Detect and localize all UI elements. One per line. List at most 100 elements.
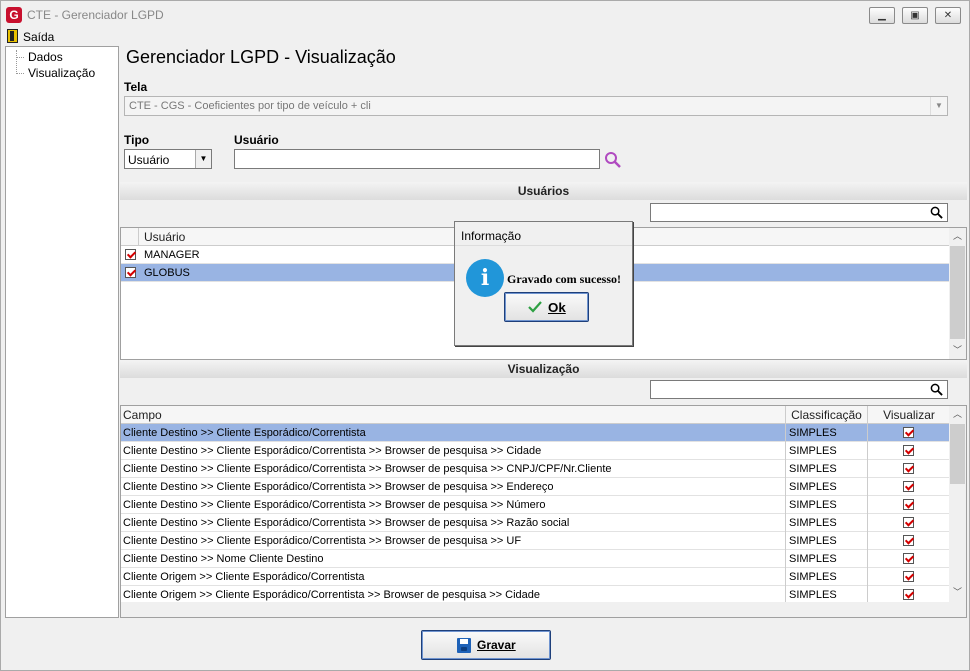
campo-cell: Cliente Destino >> Cliente Esporádico/Co… — [123, 499, 546, 511]
table-row[interactable]: Cliente Destino >> Cliente Esporádico/Co… — [121, 532, 950, 550]
classificacao-cell: SIMPLES — [785, 496, 867, 514]
table-row[interactable]: Cliente Destino >> Cliente Esporádico/Co… — [121, 478, 950, 496]
visualizar-checkbox[interactable] — [903, 517, 914, 528]
dialog-message: Gravado com sucesso! — [507, 272, 621, 286]
visualizar-checkbox[interactable] — [903, 571, 914, 582]
scroll-up-icon[interactable]: ︿ — [949, 228, 966, 245]
tree-connector — [16, 50, 17, 74]
visualizar-column-header: Visualizar — [867, 406, 950, 424]
exit-door-icon[interactable] — [7, 29, 18, 43]
visual-vertical-scrollbar[interactable]: ︿ ﹀ — [949, 406, 966, 602]
info-icon: i — [466, 259, 504, 297]
tree-connector — [16, 73, 24, 74]
visualizar-checkbox[interactable] — [903, 499, 914, 510]
usuario-label: Usuário — [234, 133, 279, 147]
table-row-selected[interactable]: Cliente Destino >> Cliente Esporádico/Co… — [121, 424, 950, 442]
app-logo-icon: G — [6, 7, 22, 23]
tipo-value: Usuário — [128, 153, 170, 167]
visualizar-checkbox[interactable] — [903, 481, 914, 492]
campo-cell: Cliente Destino >> Cliente Esporádico/Co… — [123, 463, 612, 475]
campo-column-header: Campo — [123, 408, 162, 422]
menu-bar: Saída — [1, 28, 969, 46]
visual-section-header: Visualização — [120, 360, 967, 378]
visualizar-checkbox[interactable] — [903, 427, 914, 438]
visualizar-checkbox[interactable] — [903, 463, 914, 474]
visual-horizontal-scrollbar[interactable] — [121, 602, 966, 617]
classificacao-cell: SIMPLES — [785, 514, 867, 532]
tree-item-visualizacao[interactable]: Visualização — [28, 66, 95, 80]
visualizar-checkbox[interactable] — [903, 553, 914, 564]
row-checkbox[interactable] — [125, 267, 136, 278]
campo-cell: Cliente Destino >> Cliente Esporádico/Co… — [123, 445, 542, 457]
menu-exit[interactable]: Saída — [23, 30, 54, 44]
scroll-down-icon[interactable]: ﹀ — [949, 584, 966, 601]
table-row[interactable]: Cliente Destino >> Cliente Esporádico/Co… — [121, 442, 950, 460]
users-filter-input[interactable] — [650, 203, 948, 222]
classificacao-cell: SIMPLES — [785, 532, 867, 550]
tipo-select[interactable]: Usuário ▼ — [124, 149, 212, 169]
table-row[interactable]: Cliente Destino >> Cliente Esporádico/Co… — [121, 496, 950, 514]
tela-label: Tela — [124, 80, 148, 94]
tela-select[interactable]: CTE - CGS - Coeficientes por tipo de veí… — [124, 96, 948, 116]
window-title: CTE - Gerenciador LGPD — [27, 8, 164, 22]
dialog-title: Informação — [455, 222, 632, 246]
user-name: GLOBUS — [144, 267, 190, 279]
scroll-down-icon[interactable]: ﹀ — [949, 342, 966, 359]
title-bar: G CTE - Gerenciador LGPD ▁ ▣ ✕ — [1, 1, 969, 29]
campo-cell: Cliente Destino >> Cliente Esporádico/Co… — [123, 427, 366, 439]
table-row[interactable]: Cliente Destino >> Cliente Esporádico/Co… — [121, 460, 950, 478]
page-title: Gerenciador LGPD - Visualização — [126, 47, 396, 67]
minimize-button[interactable]: ▁ — [869, 7, 895, 24]
tipo-label: Tipo — [124, 133, 150, 147]
navigation-tree: Dados Visualização — [5, 46, 119, 618]
visualizar-checkbox[interactable] — [903, 535, 914, 546]
save-button-label: Gravar — [477, 638, 516, 652]
scroll-thumb[interactable] — [950, 246, 965, 339]
search-icon[interactable] — [930, 383, 943, 396]
visual-filter-input[interactable] — [650, 380, 948, 399]
tree-connector — [16, 57, 24, 58]
tree-item-dados[interactable]: Dados — [28, 50, 63, 64]
row-checkbox[interactable] — [125, 249, 136, 260]
user-name: MANAGER — [144, 249, 200, 261]
visual-grid: Campo Classificação Visualizar Cliente D… — [120, 405, 967, 618]
close-button[interactable]: ✕ — [935, 7, 961, 24]
chevron-down-icon[interactable]: ▼ — [195, 150, 211, 168]
tela-value: CTE - CGS - Coeficientes por tipo de veí… — [129, 100, 371, 112]
save-button[interactable]: Gravar — [421, 630, 551, 660]
campo-cell: Cliente Destino >> Cliente Esporádico/Co… — [123, 481, 554, 493]
app-window: G CTE - Gerenciador LGPD ▁ ▣ ✕ Saída Dad… — [0, 0, 970, 671]
usuario-column-header: Usuário — [144, 230, 186, 244]
user-search-icon[interactable] — [604, 151, 622, 169]
campo-cell: Cliente Origem >> Cliente Esporádico/Cor… — [123, 571, 365, 583]
ok-button-label: Ok — [548, 300, 566, 315]
classificacao-column-header: Classificação — [785, 406, 867, 424]
campo-cell: Cliente Destino >> Nome Cliente Destino — [123, 553, 324, 565]
users-section-header: Usuários — [120, 182, 967, 200]
restore-button[interactable]: ▣ — [902, 7, 928, 24]
classificacao-cell: SIMPLES — [785, 460, 867, 478]
visualizar-checkbox[interactable] — [903, 445, 914, 456]
classificacao-cell: SIMPLES — [785, 424, 867, 442]
campo-cell: Cliente Destino >> Cliente Esporádico/Co… — [123, 517, 570, 529]
chevron-down-icon[interactable]: ▼ — [930, 97, 947, 115]
search-icon[interactable] — [930, 206, 943, 219]
table-row[interactable]: Cliente Destino >> Nome Cliente Destino S… — [121, 550, 950, 568]
classificacao-cell: SIMPLES — [785, 568, 867, 586]
table-row[interactable]: Cliente Origem >> Cliente Esporádico/Cor… — [121, 568, 950, 586]
users-vertical-scrollbar[interactable]: ︿ ﹀ — [949, 228, 966, 359]
campo-cell: Cliente Destino >> Cliente Esporádico/Co… — [123, 535, 522, 547]
checkmark-icon — [528, 301, 542, 313]
floppy-disk-icon — [457, 638, 471, 653]
classificacao-cell: SIMPLES — [785, 442, 867, 460]
scroll-thumb[interactable] — [950, 424, 965, 484]
ok-button[interactable]: Ok — [504, 292, 589, 322]
info-dialog: Informação i Gravado com sucesso! Ok — [454, 221, 633, 346]
table-row[interactable]: Cliente Destino >> Cliente Esporádico/Co… — [121, 514, 950, 532]
visualizar-checkbox[interactable] — [903, 589, 914, 600]
visual-grid-header: Campo Classificação Visualizar — [121, 406, 950, 424]
classificacao-cell: SIMPLES — [785, 550, 867, 568]
scroll-up-icon[interactable]: ︿ — [949, 406, 966, 423]
classificacao-cell: SIMPLES — [785, 478, 867, 496]
usuario-input[interactable] — [234, 149, 600, 169]
